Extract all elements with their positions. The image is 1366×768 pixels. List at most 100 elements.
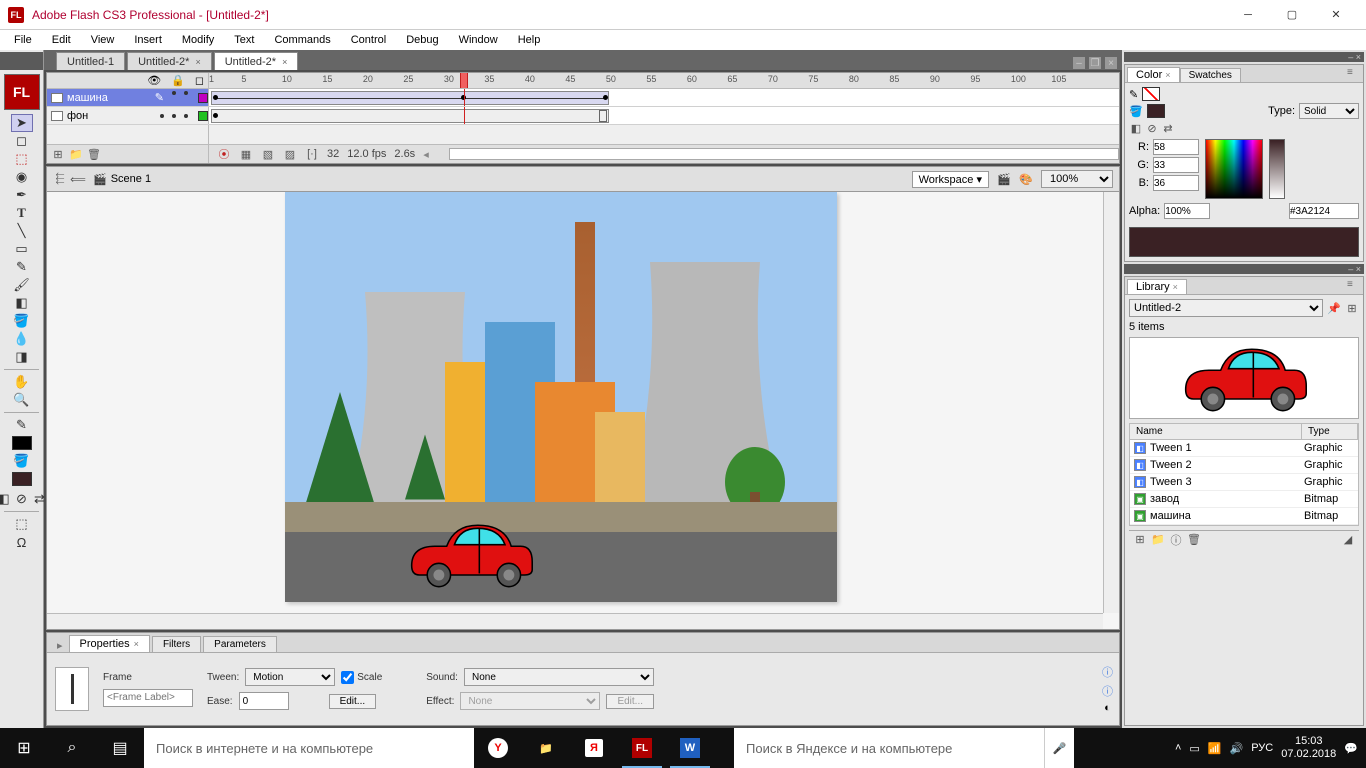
r-input[interactable]	[1153, 139, 1199, 155]
layer-color-chip[interactable]	[198, 93, 208, 103]
tab-properties[interactable]: Properties×	[69, 635, 150, 652]
modify-onion-icon[interactable]: [·]	[305, 147, 319, 161]
stage-v-scrollbar[interactable]	[1103, 192, 1119, 613]
app-flash[interactable]: FL	[618, 728, 666, 768]
end-frame-icon[interactable]	[599, 110, 607, 122]
zoom-tool[interactable]: 🔍	[11, 391, 33, 409]
menu-insert[interactable]: Insert	[124, 32, 172, 48]
library-item[interactable]: ◧Tween 3Graphic	[1130, 474, 1358, 491]
eyedropper-tool[interactable]: 💧	[11, 330, 33, 348]
task-view-icon[interactable]: ▤	[96, 728, 144, 768]
tray-chevron-icon[interactable]: ˄	[1175, 742, 1181, 754]
ruler-mark[interactable]: 105	[1051, 74, 1066, 84]
ruler-mark[interactable]: 35	[484, 74, 494, 84]
layer-row-mashina[interactable]: машина ✎	[47, 89, 1119, 107]
swap-icon[interactable]: ⇄	[1161, 121, 1175, 135]
layer-row-fon[interactable]: фон	[47, 107, 1119, 125]
panel-menu-icon[interactable]: ≡	[1347, 279, 1361, 290]
pencil-icon[interactable]: ✎	[1129, 88, 1138, 101]
ruler-mark[interactable]: 100	[1011, 74, 1026, 84]
onion-outline-icon[interactable]: ▧	[261, 147, 275, 161]
ruler-mark[interactable]: 45	[565, 74, 575, 84]
resize-icon[interactable]: ◢	[1341, 533, 1355, 547]
tray-lang[interactable]: РУС	[1251, 742, 1273, 754]
g-input[interactable]	[1153, 157, 1199, 173]
free-transform-tool[interactable]: ⬚	[11, 150, 33, 168]
pencil-icon[interactable]: ✎	[155, 91, 164, 104]
snap-tool[interactable]: ⬚	[11, 515, 33, 533]
expand-icon[interactable]: ◐	[1104, 702, 1111, 714]
library-item[interactable]: ▣машинаBitmap	[1130, 508, 1358, 525]
cortana-search[interactable]: Поиск в интернете и на компьютере	[144, 728, 474, 768]
ruler-mark[interactable]: 15	[322, 74, 332, 84]
hand-tool[interactable]: ✋	[11, 373, 33, 391]
fill-color-tool[interactable]: 🪣	[11, 452, 33, 470]
menu-control[interactable]: Control	[341, 32, 396, 48]
ruler-mark[interactable]: 30	[444, 74, 454, 84]
brush-tool[interactable]: 🖌	[11, 276, 33, 294]
tray-clock[interactable]: 15:03 07.02.2018	[1281, 735, 1336, 761]
color-type-select[interactable]: Solid	[1299, 103, 1359, 119]
app-explorer[interactable]: 📁	[522, 728, 570, 768]
pin-icon[interactable]: 📌	[1327, 301, 1341, 315]
ruler-mark[interactable]: 70	[768, 74, 778, 84]
bw-icon[interactable]: ◧	[1129, 121, 1143, 135]
menu-help[interactable]: Help	[508, 32, 551, 48]
collapse-icon[interactable]: ▸	[51, 639, 69, 652]
ruler-mark[interactable]: 40	[525, 74, 535, 84]
bucket-icon[interactable]: 🪣	[1129, 105, 1143, 118]
nocolor-icon[interactable]: ⊘	[1145, 121, 1159, 135]
ease-input[interactable]	[239, 692, 289, 710]
doc-restore-icon[interactable]: ❐	[1088, 56, 1102, 70]
col-type[interactable]: Type	[1302, 424, 1358, 439]
close-button[interactable]: ✕	[1314, 0, 1358, 30]
black-white-tool[interactable]: ◧	[0, 490, 10, 508]
timeline-ruler[interactable]: 1510152025303540455055606570758085909510…	[209, 73, 1119, 88]
app-word[interactable]: W	[666, 728, 714, 768]
doc-tab-3[interactable]: Untitled-2*×	[214, 52, 299, 70]
alpha-input[interactable]	[1164, 203, 1210, 219]
ruler-mark[interactable]: 80	[849, 74, 859, 84]
ink-bottle-tool[interactable]: ◧	[11, 294, 33, 312]
option-tool[interactable]: Ω	[11, 533, 33, 551]
ruler-mark[interactable]: 10	[282, 74, 292, 84]
doc-minimize-icon[interactable]: ‒	[1072, 56, 1086, 70]
ruler-mark[interactable]: 65	[727, 74, 737, 84]
doc-tab-2[interactable]: Untitled-2*×	[127, 52, 212, 70]
color-spectrum[interactable]	[1205, 139, 1263, 199]
delete-icon[interactable]: 🗑	[1187, 533, 1201, 547]
tray-battery-icon[interactable]: ▭	[1189, 742, 1199, 755]
center-frame-icon[interactable]: ⦿	[217, 147, 231, 161]
paint-bucket-tool[interactable]: 🪣	[11, 312, 33, 330]
line-tool[interactable]: ╲	[11, 222, 33, 240]
layer-color-chip[interactable]	[198, 111, 208, 121]
ease-edit-button[interactable]: Edit...	[329, 694, 377, 709]
selection-tool[interactable]: ➤	[11, 114, 33, 132]
fill-swatch[interactable]	[1147, 104, 1165, 118]
menu-debug[interactable]: Debug	[396, 32, 448, 48]
ruler-mark[interactable]: 90	[930, 74, 940, 84]
start-button[interactable]: ⊞	[0, 728, 48, 768]
lasso-tool[interactable]: ◉	[11, 168, 33, 186]
menu-edit[interactable]: Edit	[42, 32, 81, 48]
tween-select[interactable]: Motion	[245, 668, 335, 686]
search-icon[interactable]: ⌕	[48, 728, 96, 768]
pencil-tool[interactable]: ✎	[11, 258, 33, 276]
panel-menu-icon[interactable]: ≡	[1347, 67, 1361, 78]
rectangle-tool[interactable]: ▭	[11, 240, 33, 258]
new-lib-icon[interactable]: ⊞	[1345, 301, 1359, 315]
maximize-button[interactable]: ▢	[1270, 0, 1314, 30]
mic-icon[interactable]: 🎤	[1044, 728, 1074, 768]
tab-library[interactable]: Library×	[1127, 279, 1187, 294]
properties-icon[interactable]: ⓘ	[1169, 533, 1183, 547]
panel-group-header[interactable]: ‒ ×	[1124, 264, 1364, 274]
help2-icon[interactable]: ⓘ	[1102, 683, 1113, 699]
edit-multi-icon[interactable]: ▨	[283, 147, 297, 161]
tray-volume-icon[interactable]: 🔊	[1230, 742, 1244, 755]
ruler-mark[interactable]: 20	[363, 74, 373, 84]
ruler-mark[interactable]: 25	[403, 74, 413, 84]
menu-file[interactable]: File	[4, 32, 42, 48]
lock-icon[interactable]: 🔒	[171, 74, 185, 87]
stage-h-scrollbar[interactable]	[47, 613, 1103, 629]
stage[interactable]	[46, 192, 1120, 630]
